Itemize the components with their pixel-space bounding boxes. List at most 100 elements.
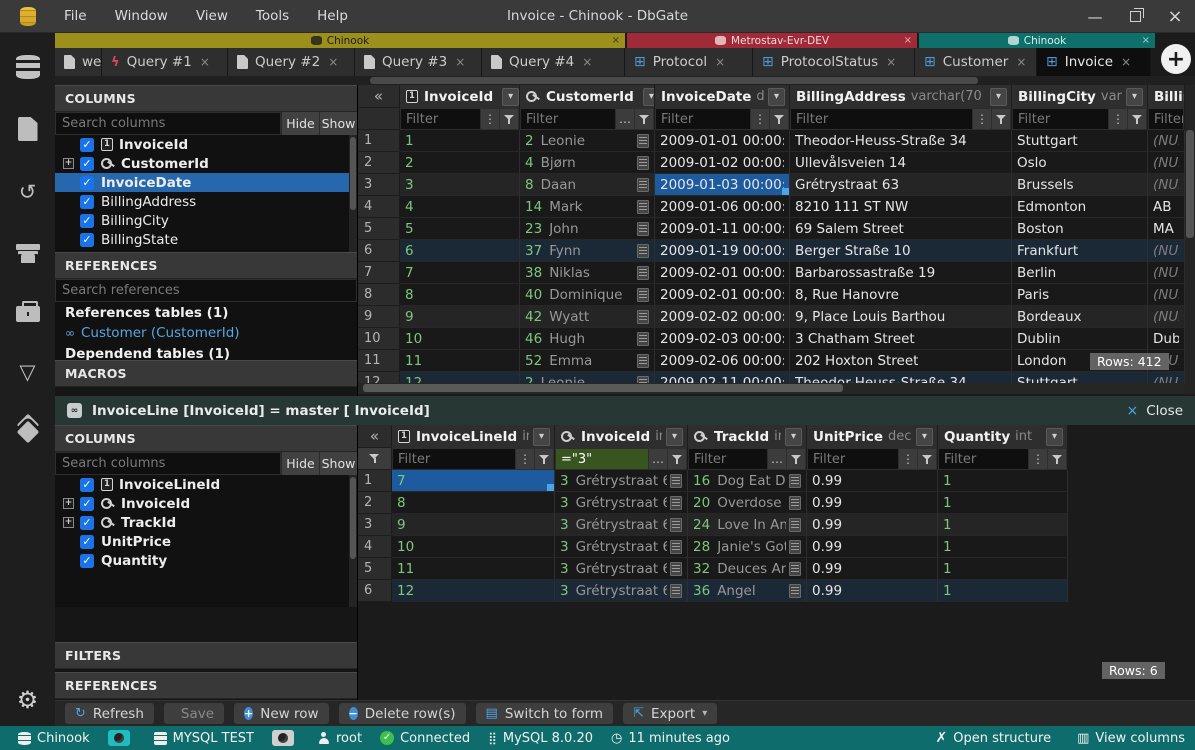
open-document-icon[interactable] — [637, 332, 649, 346]
data-cell[interactable]: 7 — [400, 262, 520, 284]
filter-input[interactable]: Filter — [1012, 108, 1109, 130]
data-cell[interactable]: 2009-02-01 00:00:00 — [655, 262, 790, 284]
row-number-cell[interactable]: 2 — [358, 152, 400, 174]
open-document-icon[interactable] — [670, 496, 682, 510]
data-cell[interactable]: Ullevålsveien 14 — [790, 152, 1012, 174]
row-number-cell[interactable]: 12 — [358, 372, 400, 383]
tab-protocolstatus[interactable]: ⊞ProtocolStatus× — [753, 48, 915, 76]
menu-help[interactable]: Help — [303, 0, 362, 33]
grid-collapse-cell[interactable]: « — [358, 425, 392, 448]
expand-icon[interactable]: + — [63, 517, 74, 528]
row-number-cell[interactable]: 8 — [358, 284, 400, 306]
data-cell[interactable]: Theodor-Heuss-Straße 34 — [790, 372, 1012, 383]
master-grid-vscrollbar[interactable] — [1185, 85, 1195, 394]
filter-menu-button[interactable]: … — [768, 448, 787, 470]
search-columns-input[interactable]: Search columns — [55, 112, 281, 135]
restore-button[interactable] — [1115, 0, 1155, 33]
filter-input[interactable]: Filter — [520, 108, 616, 130]
data-cell[interactable]: (NULL) — [1148, 130, 1185, 152]
column-item-billingstate[interactable]: ✓BillingState — [55, 230, 357, 249]
tab-group-close-icon[interactable]: × — [1142, 35, 1150, 46]
data-cell[interactable]: 28Janie's Got A Gun — [688, 536, 807, 558]
filter-funnel-button[interactable] — [668, 448, 687, 470]
open-document-icon[interactable] — [637, 178, 649, 192]
tab-close-icon[interactable]: × — [1016, 55, 1026, 69]
open-document-icon[interactable] — [670, 584, 682, 598]
open-document-icon[interactable] — [637, 266, 649, 280]
filter-funnel-button[interactable] — [992, 108, 1011, 130]
search-columns-input[interactable]: Search columns — [55, 452, 281, 475]
rail-layers-icon[interactable] — [0, 412, 55, 446]
data-cell[interactable]: 0.99 — [807, 536, 938, 558]
status-root[interactable]: root — [318, 731, 362, 746]
data-cell[interactable]: Frankfurt — [1012, 240, 1148, 262]
data-cell[interactable]: 3Grétrystraat 63 — [555, 558, 688, 580]
data-cell[interactable]: 2 — [400, 152, 520, 174]
column-menu-chevron-icon[interactable]: ▾ — [1046, 428, 1063, 446]
data-cell[interactable]: 2009-01-03 00:00:00 — [655, 174, 790, 196]
data-cell[interactable]: Dublin — [1148, 328, 1185, 350]
tab-query-1[interactable]: ϟQuery #1× — [102, 48, 228, 76]
search-references-input[interactable]: Search references — [55, 279, 357, 302]
filter-input[interactable]: Filter — [938, 448, 1029, 470]
open-document-icon[interactable] — [789, 562, 801, 576]
data-cell[interactable]: 12 — [392, 580, 555, 602]
switch-to-form-button[interactable]: ▤Switch to form — [476, 703, 614, 724]
show-button[interactable]: Show — [319, 452, 357, 475]
data-cell[interactable]: 1 — [938, 580, 1068, 602]
column-item-trackid[interactable]: +✓TrackId — [55, 513, 357, 532]
column-menu-chevron-icon[interactable]: ▾ — [1126, 88, 1143, 106]
data-cell[interactable]: (NULL) — [1148, 174, 1185, 196]
column-item-customerid[interactable]: +✓CustomerId — [55, 154, 357, 173]
open-document-icon[interactable] — [637, 288, 649, 302]
tab-scrollbar[interactable] — [55, 76, 1195, 85]
selection-handle[interactable] — [547, 484, 554, 491]
data-cell[interactable]: Brussels — [1012, 174, 1148, 196]
row-number-cell[interactable]: 5 — [358, 218, 400, 240]
filter-menu-button[interactable]: ⋮ — [899, 448, 918, 470]
open-document-icon[interactable] — [637, 134, 649, 148]
column-header-quantity[interactable]: Quantityint▾ — [938, 425, 1068, 448]
column-header-billingaddress[interactable]: BillingAddressvarchar(70▾ — [790, 85, 1012, 108]
column-item-invoicedate[interactable]: ✓InvoiceDate — [55, 173, 357, 192]
status-connected[interactable]: ✓Connected — [380, 731, 470, 746]
tree-scrollbar-thumb[interactable] — [350, 137, 356, 210]
data-cell[interactable]: 1 — [938, 558, 1068, 580]
data-cell[interactable]: 69 Salem Street — [790, 218, 1012, 240]
data-cell[interactable]: 2009-02-06 00:00:00 — [655, 350, 790, 372]
column-header-unitprice[interactable]: UnitPricedecim▾ — [807, 425, 938, 448]
menu-file[interactable]: File — [50, 0, 101, 33]
filter-input[interactable]: Filter — [1148, 108, 1184, 130]
data-cell[interactable]: 1 — [938, 492, 1068, 514]
tab-protocol[interactable]: ⊞Protocol× — [625, 48, 753, 76]
data-cell[interactable]: 4Bjørn — [520, 152, 655, 174]
data-cell[interactable]: Paris — [1012, 284, 1148, 306]
open-document-icon[interactable] — [789, 474, 801, 488]
rail-history-icon[interactable]: ↺ — [0, 175, 55, 209]
data-cell[interactable]: (NULL) — [1148, 262, 1185, 284]
status-view-columns[interactable]: ▥View columns — [1077, 731, 1185, 746]
tab-scrollbar-thumb[interactable] — [370, 77, 978, 84]
row-number-cell[interactable]: 6 — [358, 240, 400, 262]
columns-section-header[interactable]: COLUMNS — [55, 85, 357, 112]
data-cell[interactable]: 8, Rue Hanovre — [790, 284, 1012, 306]
tab-close-icon[interactable]: × — [1121, 55, 1131, 69]
data-cell[interactable]: 2Leonie — [520, 372, 655, 383]
tab-close-icon[interactable]: × — [582, 55, 592, 69]
rail-archive-icon[interactable] — [0, 236, 55, 270]
tab-group-1[interactable]: Chinook× — [55, 33, 625, 48]
data-cell[interactable]: 3Grétrystraat 63 — [555, 580, 688, 602]
data-cell[interactable]: 2009-02-03 00:00:00 — [655, 328, 790, 350]
references-section-header[interactable]: REFERENCES — [55, 252, 357, 279]
data-cell[interactable]: (NULL) — [1148, 306, 1185, 328]
menu-tools[interactable]: Tools — [242, 0, 303, 33]
data-cell[interactable]: 2009-01-01 00:00:00 — [655, 130, 790, 152]
data-cell[interactable]: Bordeaux — [1012, 306, 1148, 328]
filter-menu-button[interactable]: … — [649, 448, 668, 470]
filter-input[interactable]: ="3" — [555, 448, 649, 470]
data-cell[interactable]: 38Niklas — [520, 262, 655, 284]
filter-funnel-button[interactable] — [535, 448, 554, 470]
filter-funnel-button[interactable] — [1128, 108, 1147, 130]
data-cell[interactable]: 0.99 — [807, 580, 938, 602]
status-open-structure[interactable]: ✗Open structure — [935, 730, 1051, 746]
